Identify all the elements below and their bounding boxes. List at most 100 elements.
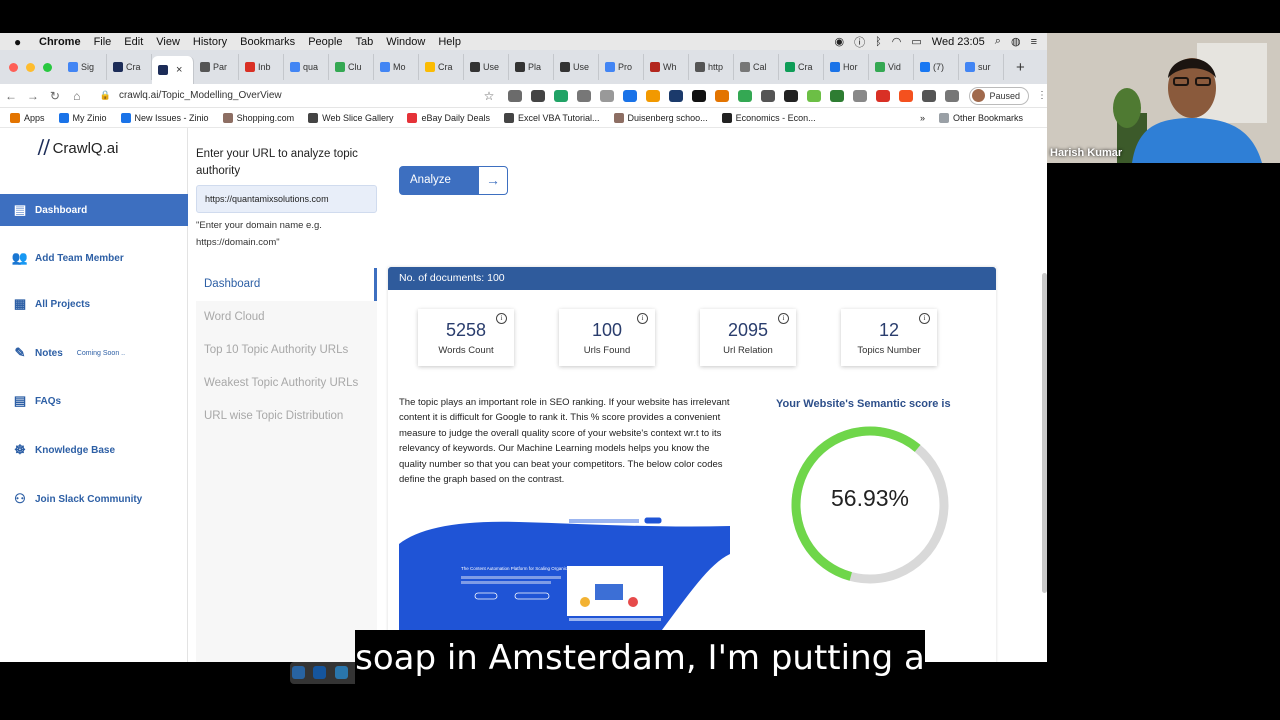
sidebar-item-all-projects[interactable]: ▦ All Projects: [0, 288, 188, 320]
bluetooth-icon[interactable]: ᛒ: [875, 36, 882, 48]
menu-tab[interactable]: Tab: [355, 36, 373, 48]
sidebar-item-add-team-member[interactable]: 👥 Add Team Member: [0, 242, 188, 274]
messages-icon[interactable]: [334, 666, 348, 679]
browser-tab[interactable]: Cra: [419, 54, 464, 80]
menu-people[interactable]: People: [308, 36, 342, 48]
menu-history[interactable]: History: [193, 36, 227, 48]
bookmark-item[interactable]: eBay Daily Deals: [407, 112, 490, 123]
extension-icon[interactable]: [899, 89, 914, 102]
clock[interactable]: Wed 23:05: [932, 36, 985, 48]
browser-tab[interactable]: Cra: [107, 54, 152, 80]
browser-tab[interactable]: Par: [194, 54, 239, 80]
browser-tab[interactable]: sur: [959, 54, 1004, 80]
extension-icon[interactable]: [669, 89, 684, 102]
browser-tab[interactable]: Clu: [329, 54, 374, 80]
browser-tab[interactable]: (7): [914, 54, 959, 80]
submenu-item[interactable]: Word Cloud: [196, 301, 377, 334]
browser-tab[interactable]: Hor: [824, 54, 869, 80]
extension-icon[interactable]: [577, 89, 592, 102]
extension-icon[interactable]: [876, 89, 891, 102]
battery-icon[interactable]: ▭: [911, 35, 921, 48]
browser-tab[interactable]: Cal: [734, 54, 779, 80]
extension-icon[interactable]: [692, 89, 707, 102]
bookmark-item[interactable]: Economics - Econ...: [721, 112, 816, 123]
url-input[interactable]: [196, 185, 377, 213]
info-icon[interactable]: i: [919, 313, 930, 324]
browser-tab[interactable]: http: [689, 54, 734, 80]
submenu-item[interactable]: Top 10 Topic Authority URLs: [196, 334, 377, 367]
bookmark-item[interactable]: My Zinio: [58, 112, 107, 123]
bookmarks-overflow-icon[interactable]: »: [920, 113, 925, 123]
bookmark-item[interactable]: Excel VBA Tutorial...: [504, 112, 600, 123]
browser-tab[interactable]: ×: [152, 56, 194, 84]
camera-icon[interactable]: [853, 89, 868, 102]
browser-tab[interactable]: Mo: [374, 54, 419, 80]
submenu-item[interactable]: URL wise Topic Distribution: [196, 400, 377, 433]
browser-tab[interactable]: Pla: [509, 54, 554, 80]
bookmark-item[interactable]: Shopping.com: [222, 112, 294, 123]
control-menu-icon[interactable]: ≡: [1031, 36, 1037, 48]
page-scrollbar[interactable]: [1042, 273, 1047, 593]
website-preview[interactable]: The Content Automation Platform for Scal…: [399, 514, 730, 634]
sidebar-item-faqs[interactable]: ▤ FAQs: [0, 385, 188, 417]
wifi-icon[interactable]: ◠: [892, 35, 902, 48]
back-icon[interactable]: ←: [0, 89, 22, 103]
close-tab-icon[interactable]: ×: [176, 64, 182, 76]
status-app-icon[interactable]: ◉: [835, 35, 845, 48]
menu-view[interactable]: View: [156, 36, 180, 48]
bookmark-star-icon[interactable]: ☆: [484, 89, 495, 103]
address-bar[interactable]: 🔒 crawlq.ai/Topic_Modelling_OverView: [94, 86, 476, 106]
extension-icon[interactable]: [623, 89, 638, 102]
cast-icon[interactable]: [945, 89, 960, 102]
other-bookmarks[interactable]: Other Bookmarks: [938, 112, 1023, 123]
apple-icon[interactable]: ●: [14, 35, 28, 49]
browser-tab[interactable]: Vid: [869, 54, 914, 80]
browser-tab[interactable]: Wh: [644, 54, 689, 80]
browser-tab[interactable]: Use: [554, 54, 599, 80]
info-icon[interactable]: i: [496, 313, 507, 324]
metamask-icon[interactable]: [646, 89, 661, 102]
reload-icon[interactable]: ↻: [44, 89, 66, 103]
info-icon[interactable]: ⓘ: [854, 34, 865, 50]
info-icon[interactable]: i: [637, 313, 648, 324]
menu-edit[interactable]: Edit: [124, 36, 143, 48]
finder-icon[interactable]: [292, 666, 305, 679]
sidebar-item-knowledge-base[interactable]: ☸ Knowledge Base: [0, 434, 188, 466]
browser-tab[interactable]: Use: [464, 54, 509, 80]
menu-file[interactable]: File: [94, 36, 112, 48]
zoom-window-button[interactable]: [43, 62, 52, 72]
menu-app[interactable]: Chrome: [39, 36, 81, 48]
extension-icon[interactable]: [738, 89, 753, 102]
bookmark-item[interactable]: Web Slice Gallery: [308, 112, 393, 123]
extension-icon[interactable]: [554, 89, 569, 102]
safari-icon[interactable]: [313, 666, 327, 679]
extension-icon[interactable]: [761, 89, 776, 102]
extension-icon[interactable]: [784, 89, 799, 102]
menu-window[interactable]: Window: [386, 36, 425, 48]
brand-logo[interactable]: ⧸⧸ CrawlQ.ai: [38, 138, 118, 158]
sidebar-item-notes[interactable]: ✎ Notes Coming Soon ..: [0, 337, 188, 369]
profile-button[interactable]: Paused: [969, 86, 1029, 105]
close-window-button[interactable]: [9, 62, 18, 72]
bookmark-item[interactable]: New Issues - Zinio: [120, 112, 209, 123]
bookmark-item[interactable]: Apps: [10, 112, 45, 123]
extension-icon[interactable]: [531, 89, 546, 102]
browser-tab[interactable]: Sig: [62, 54, 107, 80]
new-tab-button[interactable]: +: [1016, 59, 1025, 76]
extension-icon[interactable]: [600, 89, 615, 102]
bookmark-item[interactable]: Duisenberg schoo...: [613, 112, 708, 123]
siri-icon[interactable]: ◍: [1011, 35, 1021, 48]
menu-dots-icon[interactable]: ⋮: [1037, 90, 1047, 101]
extension-icon[interactable]: [830, 89, 845, 102]
extension-icon[interactable]: [508, 89, 523, 102]
browser-tab[interactable]: Inb: [239, 54, 284, 80]
menu-help[interactable]: Help: [438, 36, 461, 48]
extension-icon[interactable]: [715, 89, 730, 102]
analyze-button[interactable]: Analyze →: [399, 166, 508, 195]
menu-bookmarks[interactable]: Bookmarks: [240, 36, 295, 48]
submenu-item[interactable]: Dashboard: [196, 268, 377, 301]
submenu-item[interactable]: Weakest Topic Authority URLs: [196, 367, 377, 400]
browser-tab[interactable]: qua: [284, 54, 329, 80]
info-icon[interactable]: i: [778, 313, 789, 324]
spotlight-icon[interactable]: ⌕: [995, 35, 1001, 48]
